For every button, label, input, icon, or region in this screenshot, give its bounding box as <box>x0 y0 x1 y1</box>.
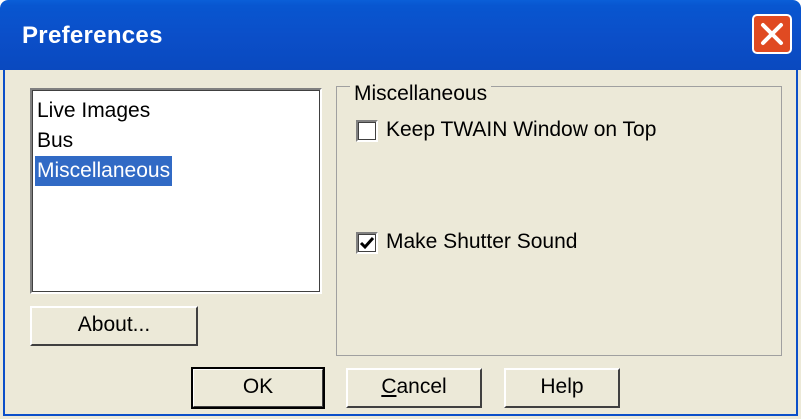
about-button[interactable]: About... <box>30 306 198 346</box>
shutter-sound-checkbox[interactable] <box>356 232 378 254</box>
list-item-bus[interactable]: Bus <box>35 126 75 156</box>
list-item-live-images[interactable]: Live Images <box>35 96 152 126</box>
cancel-button[interactable]: Cancel <box>346 368 482 408</box>
close-button[interactable] <box>752 14 792 54</box>
group-title: Miscellaneous <box>350 82 492 106</box>
category-list[interactable]: Live Images Bus Miscellaneous <box>30 88 322 294</box>
ok-button[interactable]: OK <box>191 367 325 409</box>
close-icon <box>761 23 783 45</box>
help-button[interactable]: Help <box>504 368 620 408</box>
window-title: Preferences <box>22 22 163 49</box>
keep-on-top-label: Keep TWAIN Window on Top <box>386 118 657 141</box>
list-item-miscellaneous[interactable]: Miscellaneous <box>35 156 173 186</box>
title-bar[interactable]: Preferences <box>0 0 801 70</box>
checkmark-icon <box>359 237 375 250</box>
shutter-sound-label: Make Shutter Sound <box>386 230 578 253</box>
preferences-dialog: Preferences Live Images Bus Miscellaneou… <box>0 0 801 419</box>
keep-on-top-checkbox[interactable] <box>356 120 378 142</box>
